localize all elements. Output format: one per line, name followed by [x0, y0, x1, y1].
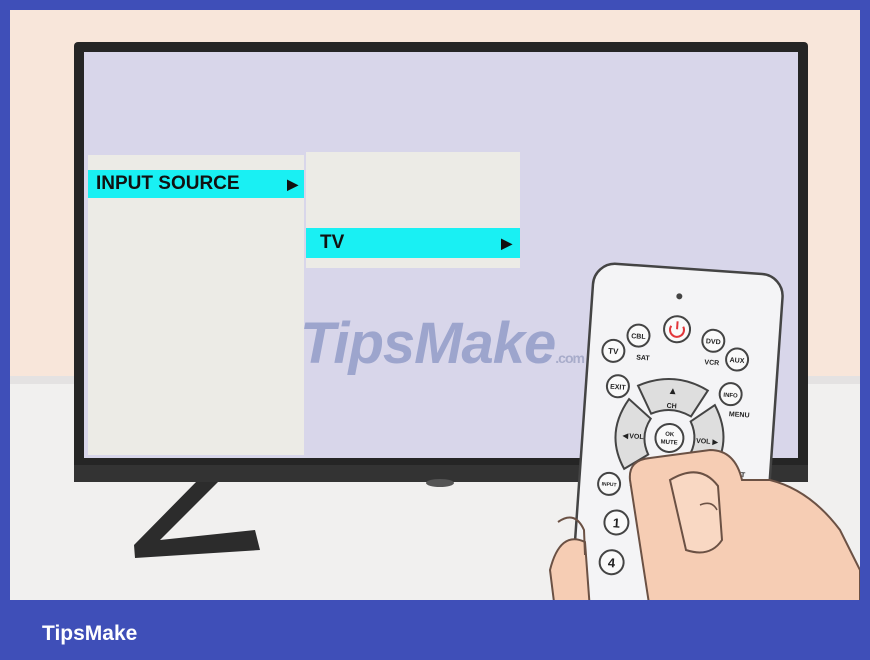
remote-aux-label: AUX [729, 357, 745, 365]
remote-vcr-label: VCR [704, 359, 719, 367]
svg-text:▲: ▲ [667, 386, 678, 398]
watermark-text: TipsMake [300, 311, 556, 376]
input-source-menu-panel [88, 155, 304, 455]
remote-dvd-label: DVD [706, 338, 721, 346]
tv-power-led [426, 479, 454, 487]
remote-input-label: INPUT [601, 481, 616, 488]
remote-vol-left-label: VOL [629, 433, 645, 441]
menu-item-input-source[interactable]: INPUT SOURCE ▶ [88, 170, 304, 198]
illustration-scene: TV CBL SAT DVD VCR AUX EXIT INFO MENU ▲ … [10, 10, 860, 600]
remote-tv-label: TV [608, 347, 619, 357]
footer-bar: TipsMake [0, 600, 870, 660]
watermark-suffix: .com [555, 350, 585, 366]
remote-menu-label: MENU [729, 411, 750, 419]
image-frame: TV CBL SAT DVD VCR AUX EXIT INFO MENU ▲ … [0, 0, 870, 660]
svg-text:◀: ◀ [622, 433, 629, 440]
menu-item-tv-label: TV [320, 232, 345, 253]
menu-item-tv[interactable]: TV ▶ [306, 228, 520, 258]
svg-text:▶: ▶ [711, 439, 718, 446]
remote-info-label: INFO [723, 393, 738, 400]
remote-vol-right-label: VOL [696, 438, 712, 446]
menu-item-input-source-label: INPUT SOURCE [96, 173, 240, 194]
remote-sat-label: SAT [636, 354, 651, 362]
remote-num-1-label: 1 [612, 515, 620, 530]
remote-cbl-label: CBL [631, 333, 647, 341]
footer-brand: TipsMake [42, 622, 138, 645]
chevron-right-icon: ▶ [501, 234, 512, 251]
remote-mute-label: MUTE [660, 439, 677, 446]
remote-exit-label: EXIT [610, 384, 627, 392]
chevron-right-icon: ▶ [287, 175, 298, 192]
remote-ok-label: OK [665, 432, 675, 439]
watermark: TipsMake.com [300, 310, 585, 377]
remote-ch-up-label: CH [666, 403, 677, 411]
